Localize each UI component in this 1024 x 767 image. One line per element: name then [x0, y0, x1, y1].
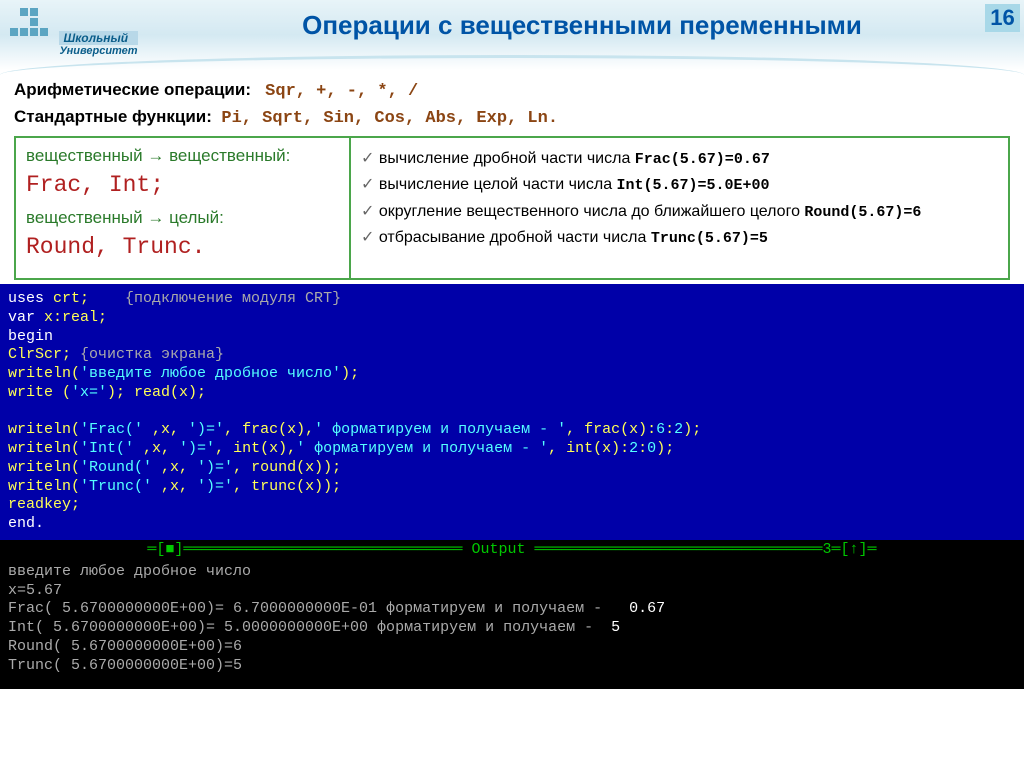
real-real-label: вещественный → вещественный: [26, 146, 339, 166]
logo-text-2: Университет [59, 45, 137, 57]
std-code: Pi, Sqrt, Sin, Cos, Abs, Exp, Ln. [221, 109, 558, 128]
frac-int: Frac, Int; [26, 172, 339, 198]
output-separator: ═[■]═══════════════════════════════ Outp… [0, 540, 1024, 559]
arith-code: Sqr, +, -, *, / [265, 82, 418, 101]
functions-table: вещественный → вещественный: Frac, Int; … [14, 136, 1010, 280]
std-label: Стандартные функции: [14, 107, 212, 126]
real-int-label: вещественный → целый: [26, 208, 339, 228]
check-frac: вычисление дробной части числа Frac(5.67… [361, 148, 998, 170]
check-int: вычисление целой части числа Int(5.67)=5… [361, 174, 998, 196]
std-funcs-line: Стандартные функции: Pi, Sqrt, Sin, Cos,… [14, 107, 1010, 128]
round-trunc: Round, Trunc. [26, 234, 339, 260]
slide-header: Школьный Университет Операции с веществе… [0, 0, 1024, 70]
arith-label: Арифметические операции: [14, 80, 251, 99]
arith-ops-line: Арифметические операции: Sqr, +, -, *, / [14, 80, 1010, 101]
logo-text-1: Школьный [59, 31, 137, 45]
check-round: округление вещественного числа до ближай… [361, 201, 998, 223]
functions-right: вычисление дробной части числа Frac(5.67… [351, 138, 1008, 278]
program-output: введите любое дробное число x=5.67 Frac(… [0, 559, 1024, 690]
source-code: uses crt; {подключение модуля CRT} var x… [0, 284, 1024, 540]
check-trunc: отбрасывание дробной части числа Trunc(5… [361, 227, 998, 249]
functions-left: вещественный → вещественный: Frac, Int; … [16, 138, 351, 278]
slide-title: Операции с вещественными переменными [200, 10, 964, 41]
logo: Школьный Университет [10, 8, 160, 57]
slide-number: 16 [985, 4, 1020, 32]
